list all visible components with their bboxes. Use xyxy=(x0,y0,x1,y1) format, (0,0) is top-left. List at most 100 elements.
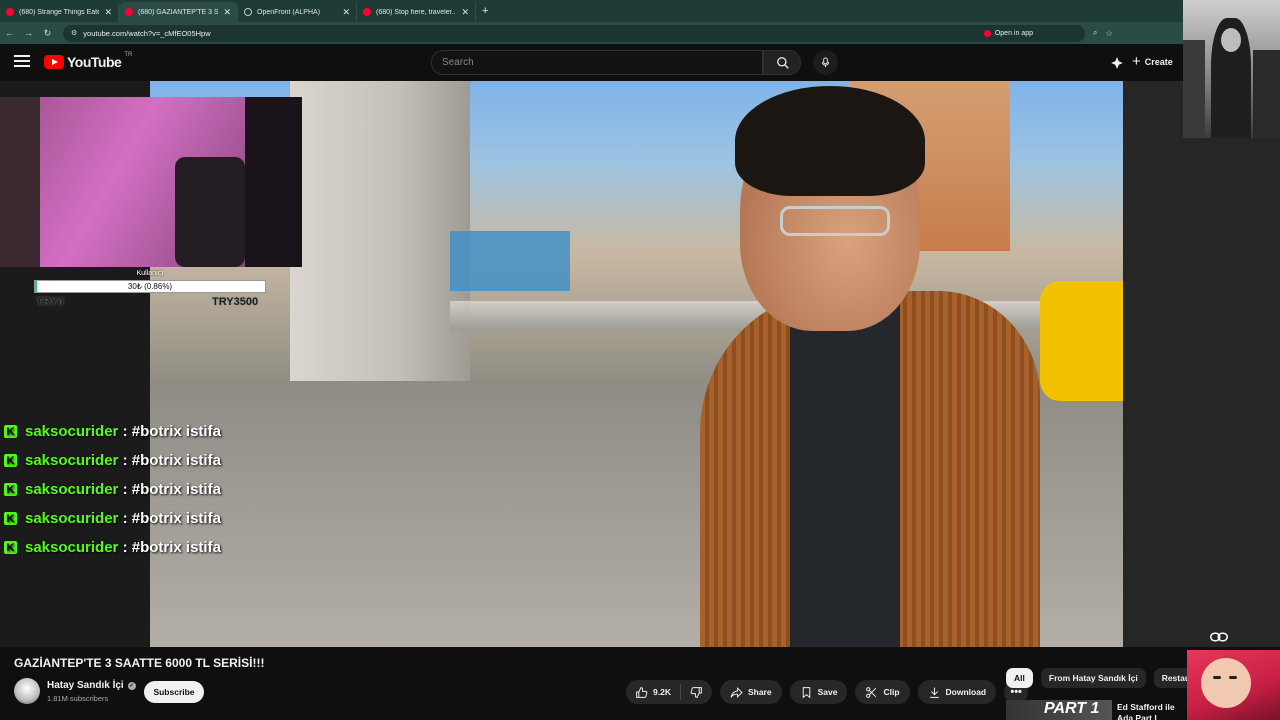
url-field[interactable]: ⚙ youtube.com/watch?v=_cMfEO05Hpw Open i… xyxy=(63,24,1085,42)
clip-label: Clip xyxy=(883,687,900,697)
menu-icon[interactable] xyxy=(14,55,30,69)
share-button[interactable]: Share xyxy=(719,680,782,704)
tab-title: (680) Stop here, traveler.. You c xyxy=(376,8,456,16)
search-input[interactable] xyxy=(431,50,764,75)
back-icon[interactable]: ← xyxy=(0,28,19,38)
close-icon[interactable]: ✕ xyxy=(223,7,231,18)
like-count: 9.2K xyxy=(653,687,671,697)
recommended-video-thumbnail[interactable]: PART 1 xyxy=(1006,700,1112,720)
chat-username: saksocurider xyxy=(25,481,119,498)
close-icon[interactable]: ✕ xyxy=(461,7,469,18)
portrait-figure xyxy=(1183,40,1205,138)
save-button[interactable]: Save xyxy=(789,680,848,704)
tab-title: OpenFront (ALPHA) xyxy=(257,8,321,16)
chat-username: saksocurider xyxy=(25,423,119,440)
search-icon xyxy=(777,57,789,69)
country-code: TR xyxy=(124,52,133,58)
donation-goal-text: 30₺ (0.86%) xyxy=(127,282,173,291)
youtube-icon xyxy=(6,8,14,16)
like-dislike-group: 9.2K xyxy=(626,680,712,704)
open-in-app-button[interactable]: Open in app xyxy=(983,29,1033,37)
browser-tab-active[interactable]: (680) GAZİANTEP'TE 3 SAA ✕ xyxy=(119,2,238,22)
subscriber-count: 1.81M subscribers xyxy=(47,694,109,703)
close-icon[interactable]: ✕ xyxy=(104,7,112,18)
kick-badge-icon: K xyxy=(4,512,17,525)
forward-icon[interactable]: → xyxy=(19,28,38,38)
youtube-icon xyxy=(363,8,371,16)
voice-search-button[interactable] xyxy=(813,50,838,75)
reload-icon[interactable]: ↻ xyxy=(38,28,57,39)
tab-title: (680) GAZİANTEP'TE 3 SAA xyxy=(138,8,219,16)
video-actions: 9.2K Share Save Clip Download ••• xyxy=(626,680,1029,704)
plus-icon: + xyxy=(1132,53,1141,70)
youtube-logo[interactable]: YouTube TR xyxy=(44,52,133,70)
channel-name-row[interactable]: Hatay Sandık İçi ✓ xyxy=(47,680,136,691)
bookmark-star-icon[interactable]: ☆ xyxy=(1105,29,1112,38)
donation-goal-max: TRY3500 xyxy=(212,296,259,308)
bookmark-icon xyxy=(802,686,810,698)
chat-message: K saksocurider : #botrix istifa xyxy=(4,417,221,446)
globe-icon xyxy=(244,8,252,16)
download-button[interactable]: Download xyxy=(917,680,997,704)
related-filter-chips: All From Hatay Sandık İçi Restaurants xyxy=(1006,668,1187,688)
streamer-webcam xyxy=(0,97,302,267)
portrait-figure xyxy=(1253,50,1280,138)
portrait-overlay-image xyxy=(1183,0,1280,138)
stream-chat-overlay: K saksocurider : #botrix istifa K saksoc… xyxy=(4,417,221,562)
thumbnail-text: PART 1 xyxy=(1044,700,1100,717)
channel-avatar[interactable] xyxy=(14,678,40,704)
chat-message: K saksocurider : #botrix istifa xyxy=(4,475,221,504)
chat-username: saksocurider xyxy=(25,452,119,469)
kick-badge-icon: K xyxy=(4,483,17,496)
donation-goal-min: TRY0 xyxy=(36,296,64,308)
search-button[interactable] xyxy=(763,50,801,75)
chip-restaurants[interactable]: Restaurants xyxy=(1153,668,1187,688)
chat-text: : #botrix istifa xyxy=(122,452,221,469)
chat-text: : #botrix istifa xyxy=(122,539,221,556)
search-box xyxy=(431,50,801,75)
clip-button[interactable]: Clip xyxy=(855,680,910,704)
chip-all[interactable]: All xyxy=(1006,668,1033,688)
zoom-icon[interactable]: ⌕ xyxy=(1093,28,1097,38)
kick-badge-icon: K xyxy=(4,425,17,438)
microphone-icon xyxy=(821,57,830,68)
player-right-dark-area xyxy=(1123,81,1280,647)
create-button[interactable]: + Create xyxy=(1132,53,1173,70)
chat-message: K saksocurider : #botrix istifa xyxy=(4,504,221,533)
tab-title: (680) Strange Things Eaten in M xyxy=(19,8,100,16)
url-text: youtube.com/watch?v=_cMfEO05Hpw xyxy=(83,28,211,38)
donation-goal-label: Kullanıcı xyxy=(136,270,164,277)
browser-tab[interactable]: (680) Stop here, traveler.. You c ✕ xyxy=(357,2,476,22)
kick-badge-icon: K xyxy=(4,541,17,554)
channel-name[interactable]: Hatay Sandık İçi xyxy=(47,680,124,691)
donation-goal-bar: 30₺ (0.86%) xyxy=(34,280,266,293)
share-label: Share xyxy=(747,687,772,697)
webcam-chair xyxy=(175,157,245,267)
recommended-video-title[interactable]: Ed Stafford ile Ada Part I xyxy=(1117,702,1187,720)
sparkle-icon[interactable] xyxy=(1110,56,1124,70)
youtube-play-icon xyxy=(44,55,64,69)
chat-message: K saksocurider : #botrix istifa xyxy=(4,533,221,562)
cat-eye xyxy=(1213,676,1221,679)
link-icon[interactable] xyxy=(1210,630,1228,644)
cat-webcam-overlay xyxy=(1187,650,1280,720)
video-scene-shirt xyxy=(790,301,900,647)
verified-check-icon: ✓ xyxy=(127,681,136,690)
site-info-icon[interactable]: ⚙ xyxy=(71,29,77,37)
chat-text: : #botrix istifa xyxy=(122,481,221,498)
scissors-icon xyxy=(866,686,877,698)
thumbs-down-icon xyxy=(690,686,702,698)
close-icon[interactable]: ✕ xyxy=(342,7,350,18)
kick-badge-icon: K xyxy=(4,454,17,467)
share-icon xyxy=(730,686,743,698)
save-label: Save xyxy=(817,687,838,697)
subscribe-button[interactable]: Subscribe xyxy=(144,681,204,703)
like-button[interactable]: 9.2K xyxy=(626,680,680,704)
browser-tab[interactable]: (680) Strange Things Eaten in M ✕ xyxy=(0,2,119,22)
new-tab-icon[interactable]: + xyxy=(482,5,488,17)
browser-tab[interactable]: OpenFront (ALPHA) ✕ xyxy=(238,2,357,22)
video-scene-hair xyxy=(735,86,925,196)
dislike-button[interactable] xyxy=(681,680,712,704)
video-title: GAZİANTEP'TE 3 SAATTE 6000 TL SERİSİ!!! xyxy=(14,656,265,670)
chip-from-channel[interactable]: From Hatay Sandık İçi xyxy=(1040,668,1146,688)
